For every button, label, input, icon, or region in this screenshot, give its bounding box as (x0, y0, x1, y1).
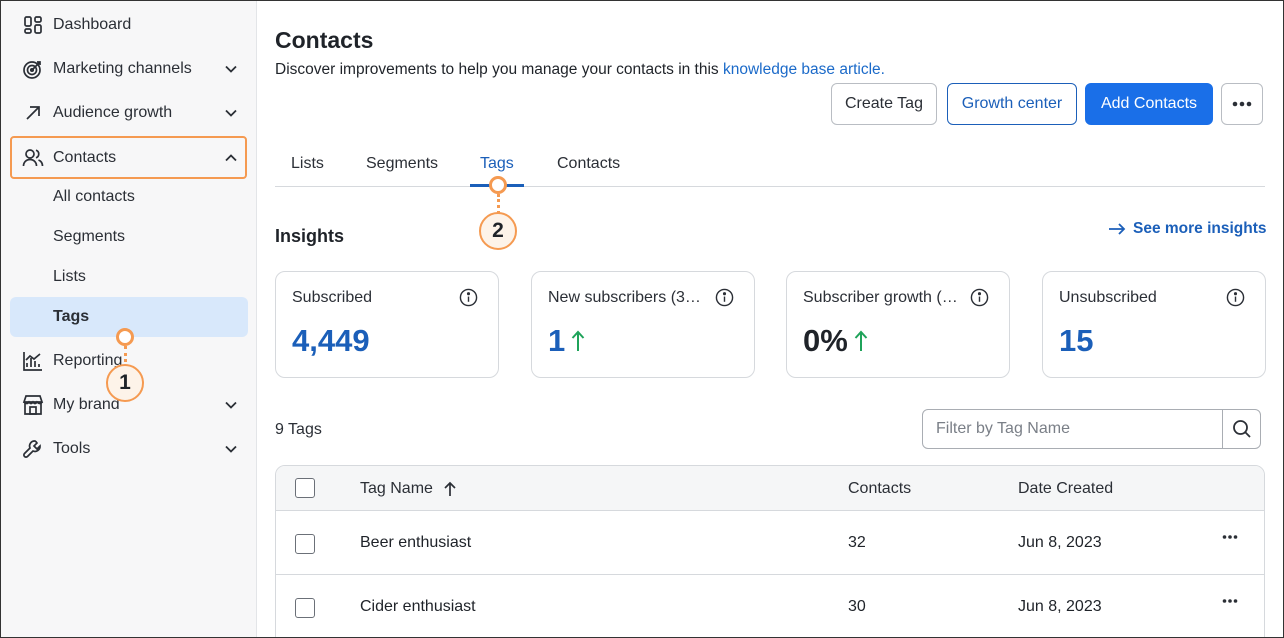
table-header: Tag Name Contacts Date Created (276, 466, 1264, 511)
date-created-cell: Jun 8, 2023 (1018, 534, 1102, 551)
tag-filter (922, 409, 1261, 449)
tab-contacts[interactable]: Contacts (557, 155, 620, 173)
insight-card-subscribed: Subscribed 4,449 (275, 271, 499, 378)
insight-card-new-subscribers: New subscribers (3… 1 (531, 271, 755, 378)
chevron-down-icon (225, 109, 237, 117)
tag-count: 9 Tags (275, 421, 322, 438)
sidebar-item-label: Contacts (53, 148, 117, 166)
search-button[interactable] (1222, 410, 1260, 448)
create-tag-button[interactable]: Create Tag (831, 83, 937, 125)
info-icon[interactable] (459, 288, 478, 307)
tags-table: Tag Name Contacts Date Created Beer enth… (275, 465, 1265, 638)
sidebar-item-label: My brand (53, 396, 120, 413)
wrench-icon (23, 440, 41, 458)
tab-segments[interactable]: Segments (366, 155, 438, 173)
column-header-date-created[interactable]: Date Created (1018, 480, 1113, 498)
dashboard-icon (24, 16, 42, 34)
sidebar: Dashboard Marketing channels Audience gr… (0, 0, 257, 638)
tag-name-cell[interactable]: Cider enthusiast (360, 598, 476, 616)
column-header-tag-name[interactable]: Tag Name (360, 480, 457, 498)
card-value: 15 (1059, 323, 1094, 358)
card-title: Subscriber growth (… (803, 289, 958, 306)
callout-anchor-2 (489, 176, 507, 194)
sidebar-item-dashboard[interactable]: Dashboard (10, 5, 247, 45)
sidebar-subitem-lists[interactable]: Lists (10, 257, 248, 297)
see-more-insights-link[interactable]: See more insights (1108, 220, 1267, 238)
card-value: 0% (803, 323, 868, 359)
table-row: Cider enthusiast 30 Jun 8, 2023 (276, 575, 1264, 638)
sidebar-item-label: Dashboard (53, 16, 132, 33)
trend-up-arrow-icon (572, 330, 585, 351)
search-icon (1232, 420, 1251, 438)
add-contacts-button[interactable]: Add Contacts (1085, 83, 1213, 125)
sidebar-subitem-segments[interactable]: Segments (10, 217, 248, 257)
chevron-down-icon (225, 65, 237, 73)
insight-card-subscriber-growth: Subscriber growth (… 0% (786, 271, 1010, 378)
more-actions-button[interactable] (1221, 83, 1263, 125)
trend-up-arrow-icon (854, 330, 868, 351)
info-icon[interactable] (1226, 288, 1245, 307)
tab-lists[interactable]: Lists (291, 155, 324, 173)
row-more-icon[interactable] (1222, 534, 1238, 540)
page-subtitle: Discover improvements to help you manage… (275, 61, 885, 78)
card-title: Subscribed (292, 289, 373, 306)
main-content: Contacts Discover improvements to help y… (258, 0, 1284, 638)
sidebar-item-label: Audience growth (53, 104, 173, 121)
insights-heading: Insights (275, 226, 345, 246)
column-header-contacts[interactable]: Contacts (848, 480, 911, 498)
callout-anchor-1 (116, 328, 134, 346)
sidebar-item-label: Tools (53, 440, 91, 457)
contacts-count-cell: 32 (848, 534, 866, 551)
filter-tag-input[interactable] (924, 411, 1221, 447)
sidebar-item-audience-growth[interactable]: Audience growth (10, 93, 247, 133)
sidebar-item-label: Marketing channels (53, 60, 192, 77)
storefront-icon (22, 395, 44, 415)
card-value: 4,449 (292, 323, 370, 358)
tab-tags[interactable]: Tags (480, 155, 514, 173)
callout-badge-2: 2 (479, 212, 517, 250)
sidebar-item-contacts[interactable]: Contacts (10, 136, 247, 179)
row-more-icon[interactable] (1222, 598, 1238, 604)
tab-bar: Lists Segments Tags Contacts (275, 140, 1265, 187)
arrow-up-right-icon (26, 106, 40, 120)
card-title: Unsubscribed (1059, 289, 1157, 306)
sidebar-item-marketing-channels[interactable]: Marketing channels (10, 49, 247, 89)
card-title: New subscribers (3… (548, 289, 701, 306)
callout-connector-2 (497, 194, 500, 214)
row-checkbox[interactable] (295, 534, 315, 554)
page-title: Contacts (275, 27, 374, 53)
info-icon[interactable] (715, 288, 734, 307)
date-created-cell: Jun 8, 2023 (1018, 598, 1102, 615)
contacts-count-cell: 30 (848, 598, 866, 615)
card-value: 1 (548, 323, 585, 359)
sort-ascending-icon (444, 481, 456, 496)
sidebar-subitem-all-contacts[interactable]: All contacts (10, 177, 248, 217)
knowledge-base-link[interactable]: knowledge base article. (723, 61, 885, 78)
row-checkbox[interactable] (295, 598, 315, 618)
people-icon (22, 149, 44, 167)
callout-badge-1: 1 (106, 364, 144, 402)
ellipsis-icon (1232, 101, 1252, 107)
chart-icon (23, 352, 42, 371)
insight-card-unsubscribed: Unsubscribed 15 (1042, 271, 1266, 378)
arrow-right-icon (1109, 223, 1126, 235)
chevron-down-icon (225, 401, 237, 409)
growth-center-button[interactable]: Growth center (947, 83, 1077, 125)
table-row: Beer enthusiast 32 Jun 8, 2023 (276, 511, 1264, 575)
chevron-up-icon (225, 154, 237, 162)
select-all-checkbox[interactable] (295, 478, 315, 498)
info-icon[interactable] (970, 288, 989, 307)
tag-name-cell[interactable]: Beer enthusiast (360, 534, 471, 552)
sidebar-item-tools[interactable]: Tools (10, 429, 247, 469)
chevron-down-icon (225, 445, 237, 453)
target-icon (23, 61, 41, 79)
